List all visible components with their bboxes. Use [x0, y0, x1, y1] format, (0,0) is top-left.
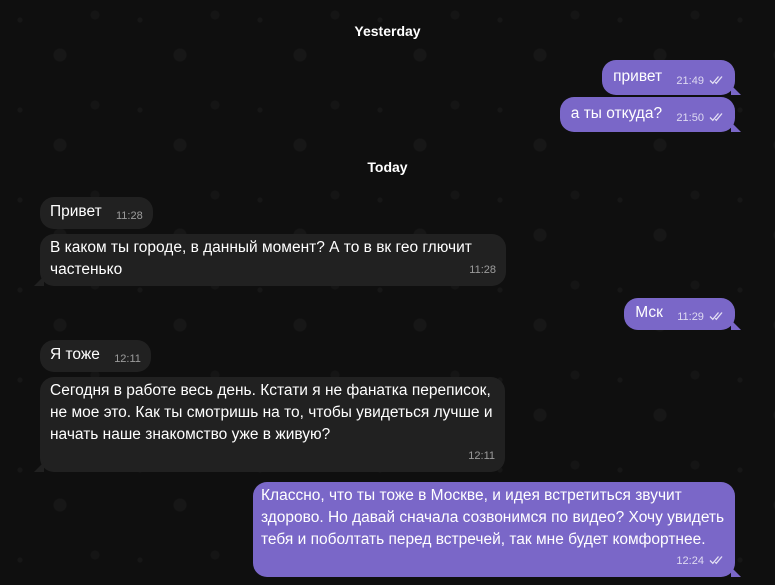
message-meta: 21:49	[676, 70, 725, 92]
message-text: В каком ты городе, в данный момент? А то…	[50, 239, 472, 278]
double-check-icon	[709, 312, 723, 321]
message-time: 11:28	[116, 210, 143, 222]
bubble-tail	[34, 462, 44, 472]
message-text: Сегодня в работе весь день. Кстати я не …	[50, 382, 493, 443]
bubble-tail	[731, 85, 741, 95]
message-incoming[interactable]: Я тоже 12:11	[40, 340, 151, 372]
message-time: 21:49	[676, 75, 704, 87]
message-time: 12:11	[468, 450, 495, 462]
message-text: Мск	[635, 304, 663, 321]
message-time: 11:28	[469, 264, 496, 276]
message-time: 12:24	[676, 555, 704, 567]
date-separator-today: Today	[367, 159, 408, 175]
bubble-tail	[731, 122, 741, 132]
message-outgoing[interactable]: а ты откуда? 21:50	[559, 97, 741, 132]
bubble-tail	[731, 320, 741, 330]
message-incoming[interactable]: Привет 11:28	[40, 197, 153, 229]
message-outgoing[interactable]: Мск 11:29	[624, 298, 741, 330]
bubble-tail	[731, 567, 741, 577]
message-time: 12:11	[114, 353, 141, 365]
message-outgoing[interactable]: Классно, что ты тоже в Москве, и идея вс…	[253, 482, 741, 577]
message-outgoing[interactable]: привет 21:49	[602, 60, 741, 95]
chat-history[interactable]: Yesterday привет 21:49 а ты откуда? 21:5…	[0, 0, 775, 585]
message-text: привет	[613, 68, 663, 85]
message-text: Привет	[50, 203, 102, 220]
double-check-icon	[709, 76, 723, 85]
message-meta: 11:29	[677, 306, 725, 328]
message-time: 21:50	[676, 112, 704, 124]
double-check-icon	[709, 556, 723, 565]
double-check-icon	[709, 113, 723, 122]
message-incoming[interactable]: В каком ты городе, в данный момент? А то…	[34, 234, 506, 286]
message-time: 11:29	[677, 311, 704, 323]
message-text: а ты откуда?	[570, 105, 663, 122]
bubble-tail	[34, 276, 44, 286]
message-text: Классно, что ты тоже в Москве, и идея вс…	[261, 487, 725, 548]
message-text: Я тоже	[50, 346, 100, 363]
date-separator-yesterday: Yesterday	[354, 23, 421, 39]
message-meta: 12:24	[676, 550, 725, 572]
message-meta: 21:50	[676, 107, 725, 129]
message-incoming[interactable]: Сегодня в работе весь день. Кстати я не …	[34, 377, 505, 472]
